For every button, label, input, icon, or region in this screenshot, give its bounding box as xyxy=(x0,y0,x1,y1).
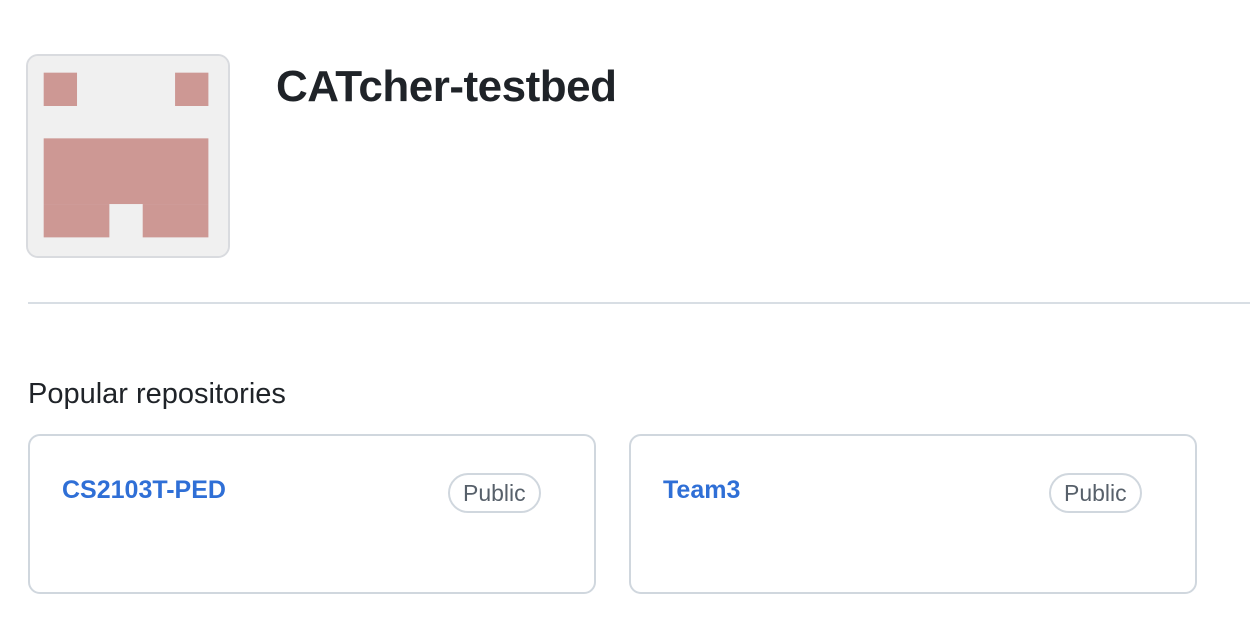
identicon-icon xyxy=(28,56,228,256)
repo-card: CS2103T-PED Public xyxy=(28,434,596,594)
repo-link-team3[interactable]: Team3 xyxy=(663,476,740,505)
visibility-badge: Public xyxy=(1049,473,1142,513)
visibility-badge: Public xyxy=(448,473,541,513)
popular-repositories-heading: Popular repositories xyxy=(28,378,286,410)
section-divider xyxy=(28,302,1250,304)
org-name-title: CATcher-testbed xyxy=(276,62,617,111)
repo-link-cs2103t-ped[interactable]: CS2103T-PED xyxy=(62,476,226,505)
org-avatar-identicon[interactable] xyxy=(26,54,230,258)
org-profile-page: CATcher-testbed Popular repositories CS2… xyxy=(0,0,1250,622)
repo-card: Team3 Public xyxy=(629,434,1197,594)
